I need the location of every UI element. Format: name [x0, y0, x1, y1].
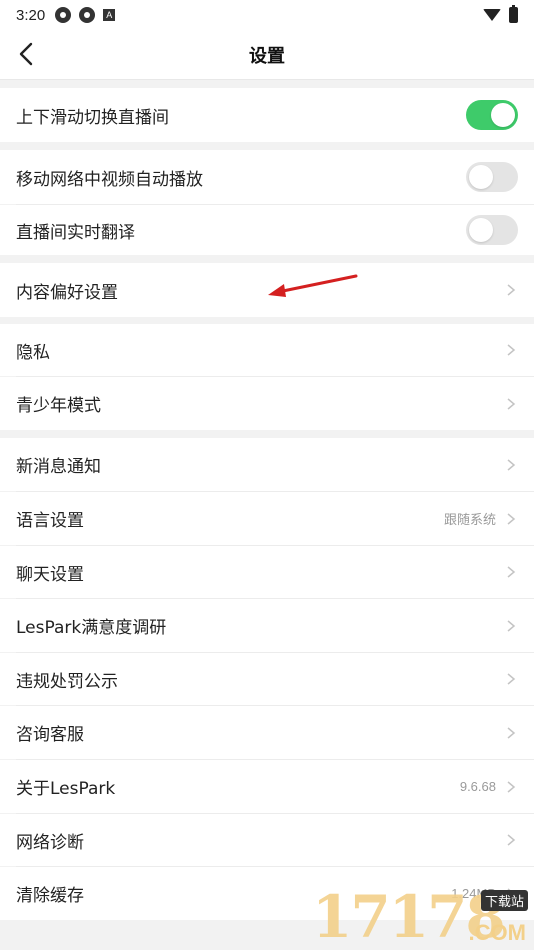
chevron-right-icon: [507, 566, 516, 578]
setting-label: 语言设置: [16, 511, 84, 531]
setting-survey[interactable]: LesPark满意度调研: [0, 599, 534, 652]
status-notification-icons: A: [55, 7, 116, 23]
chevron-right-icon: [507, 619, 516, 632]
setting-label: 青少年模式: [16, 396, 101, 416]
chevron-right-icon: [507, 284, 516, 296]
toggle-knob: [469, 165, 493, 189]
setting-label: 违规处罚公示: [16, 671, 118, 692]
toggle-knob: [469, 218, 493, 242]
setting-content-preference[interactable]: 内容偏好设置: [0, 263, 534, 317]
setting-violation[interactable]: 违规处罚公示: [0, 653, 534, 705]
status-bar: 3:20 A: [0, 0, 534, 30]
chevron-right-icon: [507, 397, 516, 410]
wifi-icon: [483, 9, 501, 21]
setting-label: 关于LesPark: [16, 779, 116, 799]
setting-about[interactable]: 关于LesPark 9.6.68: [0, 760, 534, 813]
setting-notifications[interactable]: 新消息通知: [0, 438, 534, 491]
setting-label: 移动网络中视频自动播放: [16, 169, 203, 190]
chevron-right-icon: [507, 834, 516, 846]
a-notification-icon: A: [103, 9, 116, 21]
version-value: 9.6.68: [459, 779, 496, 794]
nav-bar: 设置: [0, 30, 534, 80]
chevron-right-icon: [507, 344, 516, 356]
watermark-tag: 下载站: [480, 890, 528, 911]
live-translate-toggle[interactable]: [466, 215, 518, 245]
back-arrow-icon[interactable]: [14, 40, 42, 68]
setting-label: 清除缓存: [16, 886, 84, 906]
app-notification-icon: [55, 7, 72, 23]
chevron-right-icon: [507, 780, 516, 793]
setting-label: 内容偏好设置: [16, 282, 118, 303]
setting-label: 直播间实时翻译: [16, 222, 135, 243]
app-notification-icon: [79, 7, 96, 23]
setting-privacy[interactable]: 隐私: [0, 324, 534, 376]
setting-swipe-switch: 上下滑动切换直播间: [0, 88, 534, 142]
setting-support[interactable]: 咨询客服: [0, 706, 534, 759]
site-watermark: 17178 下载站 .COM: [312, 884, 532, 950]
swipe-switch-toggle[interactable]: [466, 100, 518, 130]
mobile-autoplay-toggle[interactable]: [466, 162, 518, 192]
setting-chat[interactable]: 聊天设置: [0, 546, 534, 598]
setting-label: 新消息通知: [16, 457, 101, 477]
setting-live-translate: 直播间实时翻译: [0, 205, 534, 255]
setting-label: 上下滑动切换直播间: [16, 107, 169, 128]
toggle-knob: [491, 103, 515, 127]
setting-teen-mode[interactable]: 青少年模式: [0, 377, 534, 430]
page-title: 设置: [249, 45, 285, 67]
battery-icon: [509, 5, 518, 23]
watermark-domain: .COM: [468, 920, 526, 945]
chevron-right-icon: [507, 726, 516, 739]
chevron-right-icon: [507, 673, 516, 685]
language-value: 跟随系统: [443, 512, 496, 527]
chevron-right-icon: [507, 512, 516, 525]
setting-label: 咨询客服: [16, 725, 84, 745]
setting-label: LesPark满意度调研: [16, 618, 167, 638]
setting-network-diagnosis[interactable]: 网络诊断: [0, 814, 534, 866]
setting-mobile-autoplay: 移动网络中视频自动播放: [0, 150, 534, 204]
setting-language[interactable]: 语言设置 跟随系统: [0, 492, 534, 545]
chevron-right-icon: [507, 458, 516, 471]
status-time: 3:20: [16, 6, 46, 24]
setting-label: 聊天设置: [16, 564, 84, 585]
setting-label: 隐私: [16, 342, 50, 363]
setting-label: 网络诊断: [16, 832, 84, 853]
